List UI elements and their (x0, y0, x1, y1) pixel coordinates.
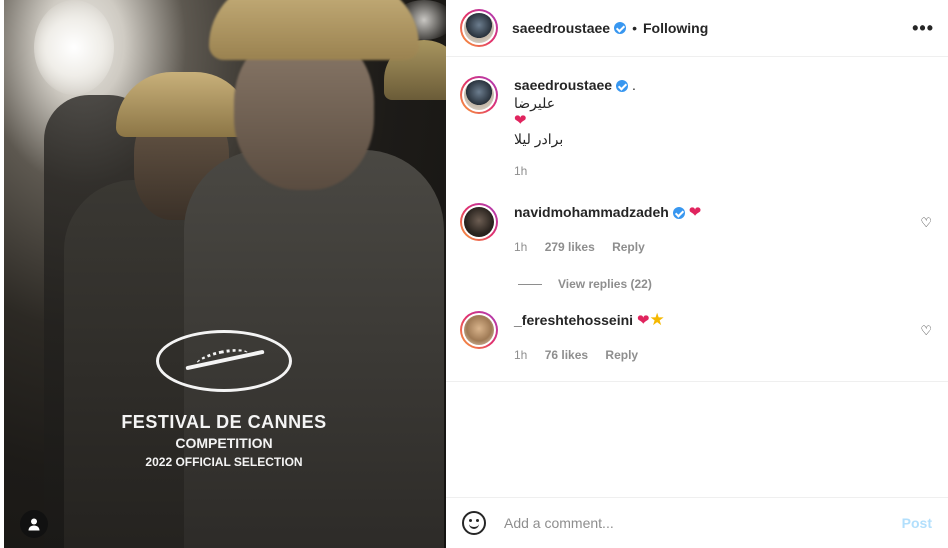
caption-trailing: . (631, 77, 636, 93)
comment-composer: Post (446, 497, 948, 548)
comment-time[interactable]: 1h (514, 348, 527, 362)
comment-text: ❤ (688, 204, 702, 221)
avatar (464, 207, 494, 237)
caption-line-1: علیرضا (514, 95, 556, 111)
festival-selection: 2022 OFFICIAL SELECTION (145, 455, 303, 469)
view-replies-button[interactable]: View replies (22) (518, 277, 652, 291)
comments-section[interactable]: saeedroustaee . علیرضا ❤ برادر لیلا 1h n… (446, 58, 948, 382)
comment-likes[interactable]: 76 likes (545, 348, 588, 362)
commenter-username[interactable]: _fereshtehosseini (514, 312, 633, 328)
caption-body: saeedroustaee . علیرضا ❤ برادر لیلا 1h (514, 76, 636, 180)
caption-username[interactable]: saeedroustaee (514, 77, 612, 93)
replies-line (518, 283, 542, 285)
separator-dot: • (632, 20, 637, 36)
festival-title: FESTIVAL DE CANNES (121, 412, 327, 432)
author-username[interactable]: saeedroustaee (512, 20, 610, 36)
reply-button[interactable]: Reply (605, 348, 638, 362)
star-emoji-icon: ★ (649, 310, 665, 329)
heart-emoji-icon: ❤ (514, 112, 527, 129)
comment-time[interactable]: 1h (514, 240, 527, 254)
verified-badge-icon (672, 207, 685, 220)
user-icon (28, 518, 40, 531)
verified-badge-icon (616, 80, 629, 93)
cannes-logo: FESTIVAL DE CANNES COMPETITION 2022 OFFI… (64, 330, 384, 469)
post-dialog: FESTIVAL DE CANNES COMPETITION 2022 OFFI… (0, 0, 948, 548)
like-comment-heart-icon[interactable]: ♡ (920, 215, 932, 231)
more-options-icon[interactable]: ••• (912, 18, 934, 39)
avatar (464, 13, 494, 43)
caption-time[interactable]: 1h (514, 162, 636, 180)
tagged-users-button[interactable] (20, 510, 48, 538)
caption-avatar-ring[interactable] (460, 76, 498, 114)
festival-subtitle: COMPETITION (175, 435, 273, 451)
avatar (464, 315, 494, 345)
post-header: saeedroustaee • Following ••• (446, 0, 948, 57)
following-button[interactable]: Following (643, 20, 708, 36)
commenter-avatar-ring[interactable] (460, 203, 498, 241)
like-comment-heart-icon[interactable]: ♡ (920, 323, 932, 339)
commenter-username[interactable]: navidmohammadzadeh (514, 204, 669, 220)
comment-item: _fereshtehosseini ❤★ 1h 76 likes Reply (460, 311, 665, 364)
caption: saeedroustaee . علیرضا ❤ برادر لیلا 1h (460, 76, 636, 180)
avatar (464, 80, 494, 110)
comment-input[interactable] (502, 514, 902, 532)
verified-badge-icon (614, 22, 627, 34)
post-photo[interactable]: FESTIVAL DE CANNES COMPETITION 2022 OFFI… (4, 0, 446, 548)
post-button[interactable]: Post (902, 515, 932, 531)
reply-button[interactable]: Reply (612, 240, 645, 254)
emoji-icon[interactable] (462, 511, 486, 535)
view-replies-label: View replies (22) (558, 277, 652, 291)
caption-line-3: برادر لیلا (514, 131, 564, 147)
comment-text: ❤ (636, 312, 650, 329)
author-avatar-ring[interactable] (460, 9, 498, 47)
comment-likes[interactable]: 279 likes (545, 240, 595, 254)
post-side-panel: saeedroustaee • Following ••• saeedroust… (446, 0, 948, 548)
comment-item: navidmohammadzadeh ❤ 1h 279 likes Reply (460, 203, 701, 256)
palm-leaf-icon (156, 330, 292, 392)
commenter-avatar-ring[interactable] (460, 311, 498, 349)
